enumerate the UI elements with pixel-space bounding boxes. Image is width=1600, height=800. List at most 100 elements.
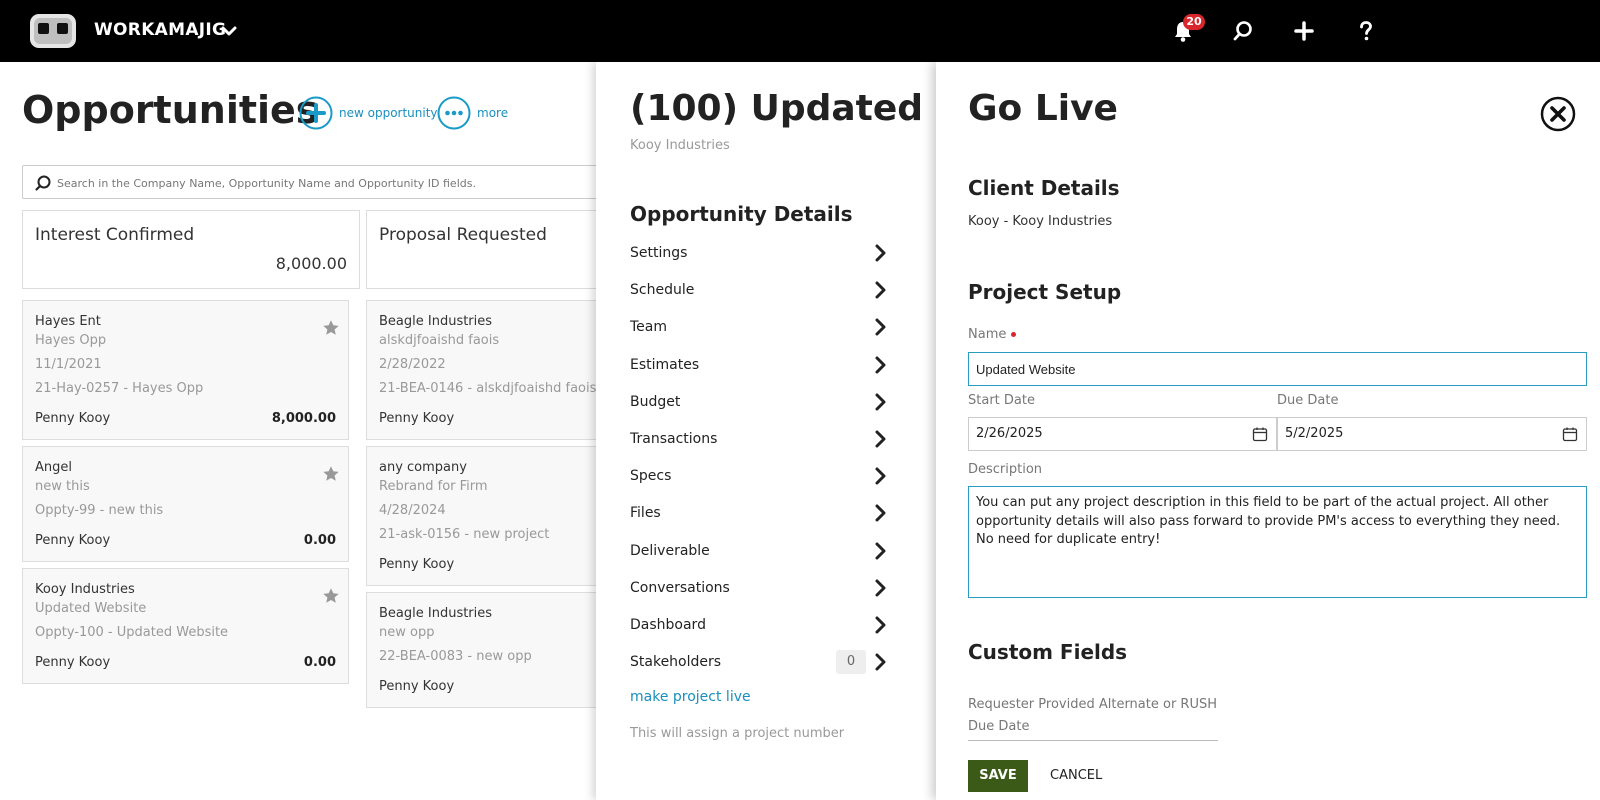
start-date-input[interactable]: 2/26/2025 — [968, 417, 1277, 451]
more-icon[interactable] — [437, 96, 471, 130]
nav-item-label: Budget — [630, 393, 681, 410]
column-title: Proposal Requested — [379, 225, 547, 245]
nav-item-team[interactable]: Team — [630, 313, 890, 343]
page-title: Opportunities — [22, 88, 319, 132]
new-opportunity-icon[interactable] — [299, 96, 333, 130]
save-button[interactable]: SAVE — [968, 760, 1028, 792]
nav-item-settings[interactable]: Settings — [630, 239, 890, 269]
help-icon[interactable] — [1353, 18, 1379, 44]
cancel-button[interactable]: CANCEL — [1050, 768, 1102, 783]
due-date-input[interactable]: 5/2/2025 — [1277, 417, 1587, 451]
card-owner: Penny Kooy — [379, 411, 455, 426]
opportunity-details-heading: Opportunity Details — [630, 202, 853, 226]
search-placeholder: Search in the Company Name, Opportunity … — [57, 177, 476, 190]
nav-item-label: Schedule — [630, 282, 695, 299]
opportunity-company: Kooy Industries — [630, 138, 730, 153]
nav-item-specs[interactable]: Specs — [630, 462, 890, 492]
description-textarea[interactable]: You can put any project description in t… — [968, 486, 1587, 598]
card-opportunity-id: 21-BEA-0146 - alskdjfoaishd faois — [379, 381, 597, 396]
chevron-right-icon — [875, 579, 886, 597]
opportunity-card[interactable]: any company Rebrand for Firm 4/28/2024 2… — [366, 446, 626, 586]
card-opportunity-name: Hayes Opp — [35, 333, 107, 348]
nav-item-dashboard[interactable]: Dashboard — [630, 611, 890, 641]
go-live-panel: Go Live Client Details Kooy - Kooy Indus… — [936, 62, 1600, 800]
nav-item-deliverable[interactable]: Deliverable — [630, 537, 890, 567]
calendar-icon[interactable] — [1562, 426, 1578, 442]
stakeholders-count-badge: 0 — [836, 650, 866, 675]
nav-item-label: Specs — [630, 468, 672, 485]
nav-item-label: Estimates — [630, 356, 700, 373]
chevron-right-icon — [875, 356, 886, 374]
chevron-right-icon — [875, 281, 886, 299]
card-opportunity-name: Rebrand for Firm — [379, 479, 488, 494]
card-opportunity-name: new opp — [379, 625, 435, 640]
calendar-icon[interactable] — [1252, 426, 1268, 442]
column-total: 8,000.00 — [275, 254, 347, 273]
opportunity-card[interactable]: Hayes Ent Hayes Opp 11/1/2021 21-Hay-025… — [22, 300, 349, 440]
chevron-down-icon[interactable] — [220, 22, 238, 40]
column-title: Interest Confirmed — [35, 225, 195, 245]
card-company: Kooy Industries — [35, 582, 135, 597]
client-details-heading: Client Details — [968, 176, 1120, 200]
card-date: 4/28/2024 — [379, 503, 446, 518]
close-icon[interactable] — [1540, 96, 1576, 132]
card-owner: Penny Kooy — [379, 679, 455, 694]
due-date-label: Due Date — [1277, 393, 1339, 408]
search-icon — [35, 175, 51, 191]
card-opportunity-name: alskdjfoaishd faois — [379, 333, 500, 348]
client-value: Kooy - Kooy Industries — [968, 214, 1113, 229]
card-company: any company — [379, 460, 467, 475]
card-amount: 0.00 — [303, 533, 336, 548]
chevron-right-icon — [875, 653, 886, 671]
name-label: Name — [968, 327, 1017, 342]
nav-item-label: Deliverable — [630, 542, 710, 559]
card-opportunity-name: Updated Website — [35, 601, 147, 616]
project-name-input[interactable] — [968, 352, 1587, 386]
search-icon[interactable] — [1230, 18, 1256, 44]
nav-item-files[interactable]: Files — [630, 499, 890, 529]
custom-fields-heading: Custom Fields — [968, 640, 1128, 664]
chevron-right-icon — [875, 616, 886, 634]
notification-badge: 20 — [1183, 14, 1205, 30]
star-icon[interactable] — [322, 587, 340, 605]
card-opportunity-name: new this — [35, 479, 90, 494]
card-date: 11/1/2021 — [35, 357, 102, 372]
search-input[interactable]: Search in the Company Name, Opportunity … — [22, 165, 622, 199]
opportunity-title: (100) Updated Website — [630, 88, 936, 129]
nav-item-label: Transactions — [630, 431, 718, 447]
opportunity-card[interactable]: Kooy Industries Updated Website Oppty-10… — [22, 568, 349, 684]
rush-due-date-field[interactable]: Requester Provided Alternate or RUSH Due… — [968, 694, 1218, 741]
nav-item-label: Team — [630, 319, 668, 336]
chevron-right-icon — [875, 430, 886, 448]
brand-name[interactable]: WORKAMAJIG — [94, 20, 226, 40]
opportunity-detail-panel: (100) Updated Website Kooy Industries Op… — [596, 62, 936, 800]
opportunity-card[interactable]: Beagle Industries alskdjfoaishd faois 2/… — [366, 300, 626, 440]
assign-project-note: This will assign a project number — [630, 726, 845, 741]
workamajig-logo[interactable] — [28, 12, 78, 50]
star-icon[interactable] — [322, 465, 340, 483]
nav-item-transactions[interactable]: Transactions — [630, 425, 890, 455]
nav-item-label: Stakeholders — [630, 654, 722, 671]
card-opportunity-id: Oppty-99 - new this — [35, 503, 164, 518]
nav-item-budget[interactable]: Budget — [630, 388, 890, 418]
new-opportunity-button[interactable]: new opportunity — [339, 106, 438, 120]
nav-item-label: Settings — [630, 245, 688, 261]
plus-icon[interactable] — [1291, 18, 1317, 44]
card-owner: Penny Kooy — [35, 655, 111, 670]
more-button[interactable]: more — [477, 106, 508, 120]
make-project-live-link[interactable]: make project live — [630, 689, 751, 705]
star-icon[interactable] — [322, 319, 340, 337]
card-opportunity-id: 22-BEA-0083 - new opp — [379, 649, 532, 664]
go-live-title: Go Live — [968, 88, 1118, 129]
nav-item-stakeholders[interactable]: Stakeholders 0 — [630, 648, 890, 678]
nav-item-estimates[interactable]: Estimates — [630, 351, 890, 381]
opportunity-card[interactable]: Beagle Industries new opp 22-BEA-0083 - … — [366, 592, 626, 708]
opportunity-card[interactable]: Angel new this Oppty-99 - new this Penny… — [22, 446, 349, 562]
card-amount: 8,000.00 — [271, 411, 336, 426]
chevron-right-icon — [875, 542, 886, 560]
name-label-text: Name — [968, 327, 1007, 342]
nav-item-conversations[interactable]: Conversations — [630, 574, 890, 604]
chevron-right-icon — [875, 244, 886, 262]
nav-item-schedule[interactable]: Schedule — [630, 276, 890, 306]
required-indicator — [1011, 332, 1017, 337]
